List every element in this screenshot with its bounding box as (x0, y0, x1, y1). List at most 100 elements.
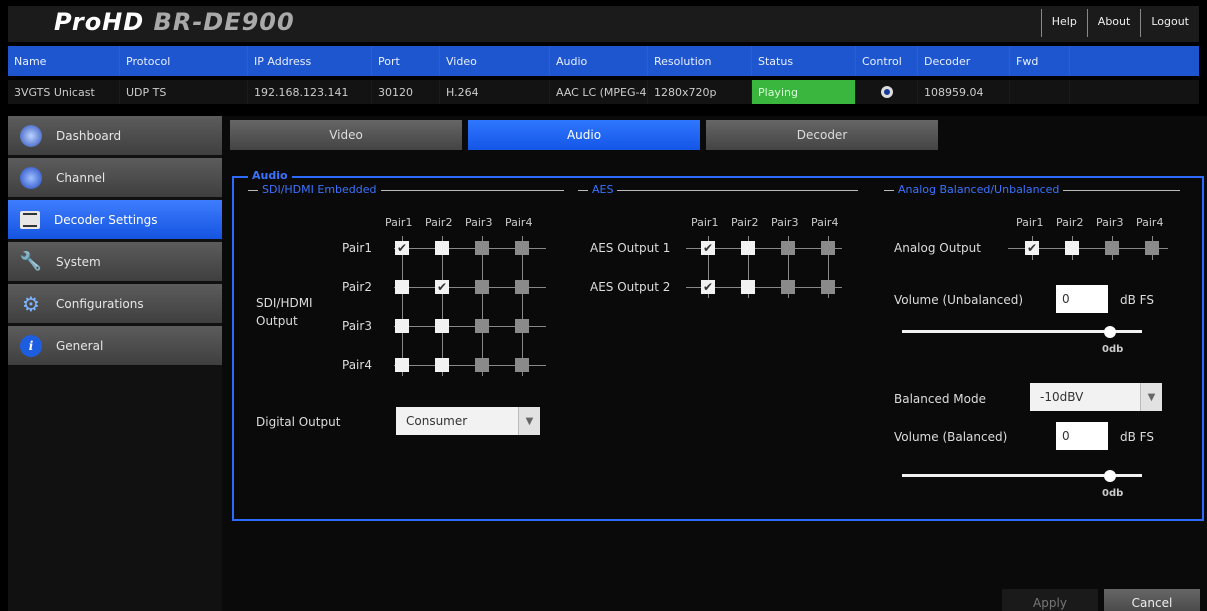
sdi-route-checkbox[interactable] (395, 319, 409, 333)
sdi-route-checkbox[interactable]: ✔ (395, 241, 409, 255)
sdi-route-checkbox[interactable] (435, 241, 449, 255)
stop-control-icon[interactable] (880, 86, 893, 98)
analog-group-title: Analog Balanced/Unbalanced (894, 183, 1064, 196)
digital-output-select[interactable]: Consumer ▼ (396, 407, 540, 435)
analog-output-label: Analog Output (894, 241, 981, 255)
help-link[interactable]: Help (1040, 9, 1087, 37)
sdi-row-pair4: Pair4 (342, 358, 372, 372)
volume-unbalanced-input[interactable]: 0 (1056, 285, 1108, 313)
aes-route-checkbox[interactable] (741, 241, 755, 255)
volume-unbalanced-slider-thumb[interactable] (1104, 326, 1116, 338)
col-resolution: Resolution (648, 46, 752, 76)
sdi-output-label-2: Output (256, 314, 298, 328)
aes-route-checkbox[interactable] (781, 241, 795, 255)
cancel-button[interactable]: Cancel (1104, 589, 1200, 611)
sdi-row-pair1: Pair1 (342, 241, 372, 255)
digital-output-value: Consumer (406, 414, 468, 428)
volume-balanced-slider-value: 0db (1102, 488, 1124, 499)
analog-route-checkbox[interactable] (1105, 241, 1119, 255)
sidebar: Dashboard Channel Decoder Settings 🔧 Sys… (8, 116, 222, 611)
chevron-down-icon: ▼ (1140, 383, 1162, 411)
analog-col-pair3: Pair3 (1096, 216, 1124, 229)
tab-audio[interactable]: Audio (468, 120, 700, 150)
sdi-route-checkbox[interactable] (515, 319, 529, 333)
gauge-icon (20, 124, 42, 147)
volume-unbalanced-slider-value: 0db (1102, 344, 1124, 355)
sdi-route-checkbox[interactable] (395, 358, 409, 372)
sidebar-item-label: Channel (56, 170, 106, 185)
analog-route-checkbox[interactable]: ✔ (1025, 241, 1039, 255)
top-links: Help About Logout (1040, 9, 1199, 37)
cell-video: H.264 (440, 80, 550, 104)
sdi-group-title: SDI/HDMI Embedded (258, 183, 381, 196)
sdi-col-pair4: Pair4 (505, 216, 533, 229)
balanced-mode-label: Balanced Mode (894, 392, 986, 406)
about-link[interactable]: About (1086, 9, 1141, 37)
cell-name: 3VGTS Unicast (8, 80, 120, 104)
sdi-row-pair2: Pair2 (342, 280, 372, 294)
channel-table-header: Name Protocol IP Address Port Video Audi… (8, 46, 1199, 76)
sdi-col-pair2: Pair2 (425, 216, 453, 229)
sidebar-item-general[interactable]: i General (8, 326, 222, 365)
aes-output-2-label: AES Output 2 (590, 280, 671, 294)
sdi-route-checkbox[interactable] (395, 280, 409, 294)
sdi-route-checkbox[interactable] (475, 280, 489, 294)
tab-decoder[interactable]: Decoder (706, 120, 938, 150)
sdi-route-checkbox[interactable] (515, 280, 529, 294)
audio-panel: Audio SDI/HDMI Embedded AES Analog Balan… (232, 169, 1204, 521)
col-control: Control (856, 46, 918, 76)
cell-port: 30120 (372, 80, 440, 104)
sdi-route-checkbox[interactable] (435, 358, 449, 372)
cell-protocol: UDP TS (120, 80, 248, 104)
aes-route-checkbox[interactable] (741, 280, 755, 294)
col-fwd: Fwd (1010, 46, 1070, 76)
volume-balanced-slider-thumb[interactable] (1104, 470, 1116, 482)
sdi-route-checkbox[interactable] (475, 319, 489, 333)
gear-icon: ⚙ (22, 291, 40, 316)
sidebar-item-dashboard[interactable]: Dashboard (8, 116, 222, 155)
cell-resolution: 1280x720p (648, 80, 752, 104)
cell-audio: AAC LC (MPEG-4) (550, 80, 648, 104)
sdi-route-checkbox[interactable] (475, 358, 489, 372)
aes-route-checkbox[interactable] (781, 280, 795, 294)
cell-fwd (1010, 80, 1070, 104)
cell-decoder: 108959.04 (918, 80, 1010, 104)
aes-col-pair3: Pair3 (771, 216, 799, 229)
balanced-mode-select[interactable]: -10dBV ▼ (1030, 383, 1162, 411)
sidebar-item-system[interactable]: 🔧 System (8, 242, 222, 281)
aes-route-checkbox[interactable]: ✔ (701, 241, 715, 255)
app-logo: ProHD BR-DE900 (54, 8, 295, 36)
aes-output-1-label: AES Output 1 (590, 241, 671, 255)
sdi-route-checkbox[interactable] (475, 241, 489, 255)
col-status: Status (752, 46, 856, 76)
aes-route-checkbox[interactable]: ✔ (701, 280, 715, 294)
analog-route-checkbox[interactable] (1065, 241, 1079, 255)
tab-video[interactable]: Video (230, 120, 462, 150)
sdi-route-checkbox[interactable]: ✔ (435, 280, 449, 294)
logout-link[interactable]: Logout (1140, 9, 1199, 37)
sidebar-item-decoder-settings[interactable]: Decoder Settings (8, 200, 222, 239)
aes-route-checkbox[interactable] (821, 241, 835, 255)
sdi-route-checkbox[interactable] (435, 319, 449, 333)
volume-balanced-label: Volume (Balanced) (894, 430, 1008, 444)
aes-route-checkbox[interactable] (821, 280, 835, 294)
sdi-output-label: SDI/HDMI (256, 296, 313, 310)
balanced-mode-value: -10dBV (1040, 390, 1084, 404)
main-content: Video Audio Decoder Audio SDI/HDMI Embed… (222, 116, 1207, 611)
analog-route-checkbox[interactable] (1145, 241, 1159, 255)
channel-table-row[interactable]: 3VGTS Unicast UDP TS 192.168.123.141 301… (8, 80, 1199, 104)
sidebar-item-channel[interactable]: Channel (8, 158, 222, 197)
apply-button[interactable]: Apply (1002, 589, 1098, 611)
aes-group-line (578, 190, 858, 191)
col-protocol: Protocol (120, 46, 248, 76)
sdi-route-checkbox[interactable] (515, 241, 529, 255)
aes-col-pair4: Pair4 (811, 216, 839, 229)
sdi-route-checkbox[interactable] (515, 358, 529, 372)
volume-balanced-input[interactable]: 0 (1056, 422, 1108, 450)
sdi-col-pair1: Pair1 (385, 216, 413, 229)
volume-balanced-unit: dB FS (1120, 430, 1154, 444)
cell-ip: 192.168.123.141 (248, 80, 372, 104)
control-cell (856, 80, 918, 104)
sidebar-item-configurations[interactable]: ⚙ Configurations (8, 284, 222, 323)
sidebar-item-label: Configurations (56, 296, 144, 311)
